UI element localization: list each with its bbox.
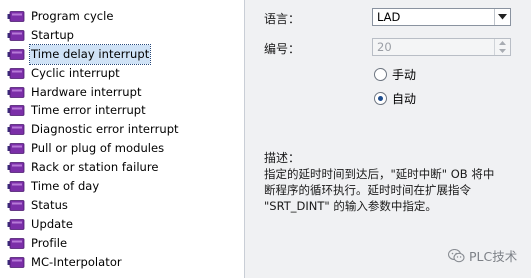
- spin-down-icon: [495, 47, 510, 55]
- ob-list-item[interactable]: MC-Interpolator: [0, 253, 244, 272]
- ob-list-item-label: Cyclic interrupt: [31, 65, 120, 80]
- ob-list-item-label: Time delay interrupt: [28, 43, 152, 65]
- ob-block-icon: [7, 124, 25, 136]
- language-label: 语言：: [264, 12, 301, 26]
- ob-block-icon: [7, 237, 25, 249]
- watermark: PLC技术: [448, 246, 517, 265]
- description-text: 指定的延时时间到达后，"延时中断" OB 将中 断程序的循环执行。延时时间在扩展…: [264, 166, 526, 214]
- ob-list-item[interactable]: Diagnostic error interrupt: [0, 120, 244, 139]
- ob-list-item-label: Update: [31, 216, 73, 231]
- ob-list-item[interactable]: Profile: [0, 234, 244, 253]
- ob-block-icon: [7, 86, 25, 98]
- manual-radio-option[interactable]: 手动: [374, 66, 416, 82]
- dropdown-arrow-button[interactable]: [494, 9, 510, 25]
- ob-type-list: Program cycle Startup Time delay interrupt…: [0, 7, 244, 271]
- ob-list-item-label: Diagnostic error interrupt: [31, 122, 179, 137]
- manual-radio-button[interactable]: [374, 67, 387, 81]
- ob-block-icon: [7, 105, 25, 117]
- ob-list-item-label: Time error interrupt: [31, 103, 146, 118]
- manual-radio-label: 手动: [392, 67, 417, 82]
- ob-properties-panel: 语言： LAD 编号： 20 手动 自动 描述： 指定的延时时间到达后，"延时中…: [245, 0, 531, 278]
- ob-block-icon: [7, 200, 25, 211]
- ob-list-item[interactable]: Time error interrupt: [0, 101, 244, 120]
- ob-block-icon: [7, 67, 25, 79]
- ob-block-icon: [7, 48, 25, 60]
- ob-list-item-label: Hardware interrupt: [31, 84, 142, 99]
- ob-list-item[interactable]: Program cycle: [0, 7, 244, 26]
- ob-block-icon: [7, 29, 25, 41]
- description-line: "SRT_DINT" 的输入参数中指定。: [264, 199, 437, 213]
- ob-list-item-label: Status: [31, 197, 68, 212]
- auto-radio-button[interactable]: [374, 91, 387, 105]
- ob-block-icon: [7, 181, 25, 192]
- ob-list-item[interactable]: Hardware interrupt: [0, 83, 244, 102]
- ob-block-icon: [7, 162, 25, 174]
- ob-list-item[interactable]: Startup: [0, 26, 244, 45]
- language-value: LAD: [377, 10, 401, 24]
- ob-list-item-label: Rack or station failure: [31, 160, 159, 175]
- ob-list-item[interactable]: Time delay interrupt: [0, 43, 244, 65]
- ob-block-icon: [7, 256, 25, 268]
- chevron-down-icon: [498, 14, 507, 20]
- auto-radio-option[interactable]: 自动: [374, 90, 416, 106]
- description-line: 指定的延时时间到达后，"延时中断" OB 将中: [264, 167, 495, 181]
- ob-list-item-label: Program cycle: [31, 9, 114, 23]
- ob-list-item[interactable]: Update: [0, 215, 244, 234]
- wechat-icon: [448, 248, 465, 262]
- ob-block-icon: [7, 218, 25, 230]
- ob-list-item[interactable]: Cyclic interrupt: [0, 64, 244, 83]
- number-value: 20: [377, 40, 392, 54]
- ob-list-item-label: MC-Interpolator: [31, 254, 122, 269]
- number-label: 编号：: [264, 42, 301, 56]
- number-spinner: [494, 39, 510, 55]
- language-select[interactable]: LAD: [372, 8, 511, 26]
- ob-block-icon: [7, 11, 25, 22]
- ob-list-item-label: Profile: [31, 235, 68, 250]
- watermark-text: PLC技术: [469, 249, 518, 264]
- spin-up-icon: [495, 39, 510, 47]
- ob-type-list-panel: Program cycle Startup Time delay interrupt…: [0, 0, 245, 278]
- number-field: 20: [372, 38, 511, 56]
- description-line: 断程序的循环执行。延时时间在扩展指令: [264, 183, 471, 197]
- description-label: 描述：: [264, 151, 301, 165]
- auto-radio-label: 自动: [392, 91, 417, 106]
- ob-block-icon: [7, 143, 25, 155]
- ob-list-item[interactable]: Rack or station failure: [0, 158, 244, 177]
- ob-list-item[interactable]: Time of day: [0, 177, 244, 196]
- ob-list-item-label: Pull or plug of modules: [31, 141, 165, 156]
- ob-list-item[interactable]: Pull or plug of modules: [0, 139, 244, 158]
- ob-list-item-label: Time of day: [31, 179, 100, 194]
- ob-list-item-label: Startup: [31, 27, 75, 42]
- ob-list-item[interactable]: Status: [0, 196, 244, 215]
